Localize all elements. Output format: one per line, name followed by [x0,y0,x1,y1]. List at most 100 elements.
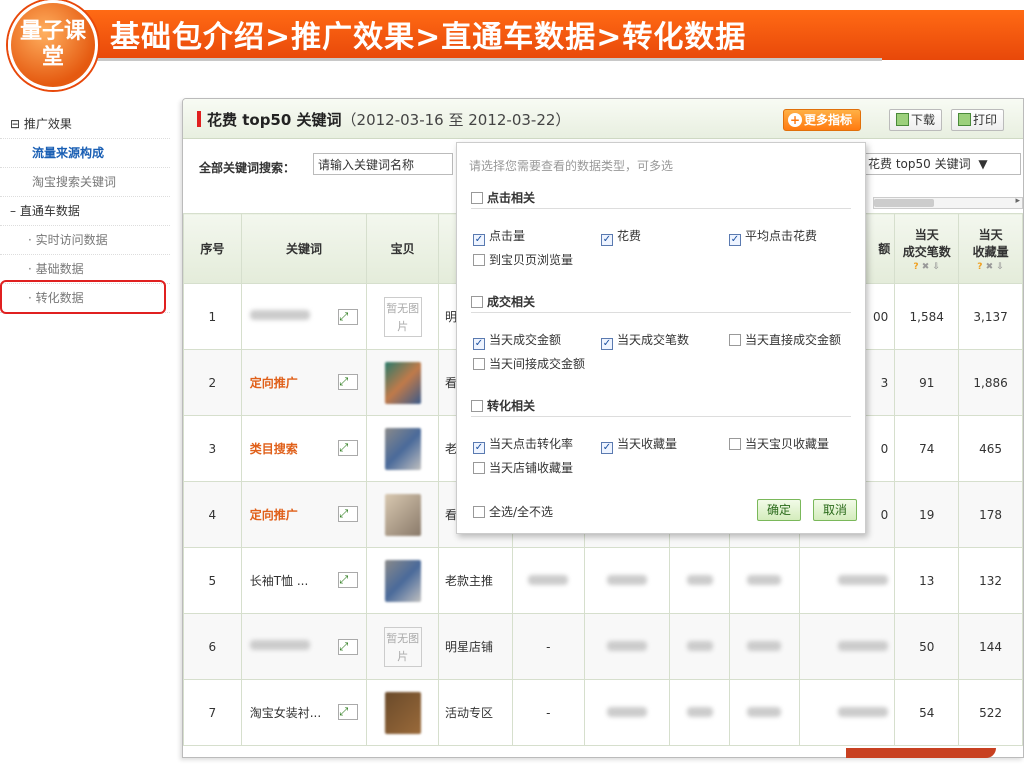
item-thumbnail[interactable] [384,493,421,536]
item-thumbnail[interactable] [384,427,421,470]
help-icon[interactable]: ? [977,262,982,272]
trend-chart-icon[interactable]: ⤢ [338,638,359,655]
checkbox[interactable] [471,400,483,412]
blurred-value [747,640,782,651]
trend-chart-icon[interactable]: ⤢ [338,506,359,522]
checkbox[interactable] [473,462,485,474]
deals-cell: 74 [894,415,960,482]
sidebar-item[interactable]: ⊟ 推广效果 [0,110,170,139]
metric-option[interactable]: ✓ 当天成交金额 [473,331,561,350]
select-all-toggle[interactable]: 全选/全不选 [473,503,553,520]
trend-chart-icon[interactable]: ⤢ [338,572,359,588]
metric-option[interactable]: ✓ 当天点击转化率 [473,435,573,454]
scroll-right-icon[interactable]: ▸ [1015,196,1020,206]
value-cell: - [511,613,585,680]
group-conv: 转化相关 [471,397,851,417]
metric-option[interactable]: 当天宝贝收藏量 [729,435,829,452]
keyword-link[interactable]: 定向推广 [250,508,298,522]
checkbox[interactable]: ✓ [601,442,613,454]
col-header-favs-line2: 收藏量 [972,244,1009,259]
blurred-value [686,706,713,717]
item-thumbnail[interactable] [384,691,421,734]
col-header-deals[interactable]: 当天 成交笔数 ? ✖ ⇩ [894,213,960,284]
metric-option-label: 到宝贝页浏览量 [489,253,574,267]
blurred-value [606,574,647,585]
checkbox[interactable] [471,296,483,308]
metric-option[interactable]: ✓ 花费 [601,227,641,246]
print-label: 打印 [973,113,998,127]
save-icon [896,113,909,126]
cancel-button[interactable]: 取消 [813,499,857,521]
promo-cell: 活动专区 [438,679,513,746]
print-button[interactable]: 打印 [951,109,1005,131]
keyword-scope-select[interactable]: 花费 top50 关键词 ▼ [861,153,1021,175]
metric-option-label: 当天店铺收藏量 [489,461,574,475]
value-cell [669,679,730,746]
checkbox[interactable] [471,192,483,204]
row-index: 3 [183,415,242,482]
trend-chart-icon[interactable]: ⤢ [338,704,359,720]
group-deal: 成交相关 [471,293,851,313]
checkbox[interactable] [473,254,485,266]
horizontal-scrollbar[interactable]: ▸ [873,196,1023,209]
scrollbar-thumb[interactable] [874,199,934,207]
value-cell [583,613,671,680]
metric-option[interactable]: ✓ 当天成交笔数 [601,331,689,350]
checkbox[interactable]: ✓ [601,234,613,246]
checkbox[interactable]: ✓ [473,338,485,350]
ok-button[interactable]: 确定 [757,499,801,521]
sort-icons[interactable]: ? ✖ ⇩ [896,262,958,272]
col-header-index: 序号 [183,213,242,284]
help-icon[interactable]: ? [913,262,918,272]
keyword-cell: ⤢ [240,283,368,350]
trend-chart-icon[interactable]: ⤢ [338,374,359,390]
group-title-click[interactable]: 点击相关 [471,189,851,209]
metric-option[interactable]: 到宝贝页浏览量 [473,251,573,268]
keyword-search-input[interactable] [313,153,453,175]
col-header-favs[interactable]: 当天 收藏量 ? ✖ ⇩ [958,213,1023,284]
amount-cell [798,679,896,746]
col-header-amount-text: 额 [878,242,891,256]
col-header-item: 宝贝 [366,213,440,284]
checkbox[interactable] [473,358,485,370]
checkbox[interactable]: ✓ [473,234,485,246]
checkbox[interactable]: ✓ [473,442,485,454]
sidebar-item[interactable]: – 直通车数据 [0,197,170,226]
plus-icon: + [788,113,802,127]
trend-chart-icon[interactable]: ⤢ [338,308,359,325]
no-image-placeholder: 暂无图片 [383,296,422,337]
blurred-value [686,640,713,651]
checkbox[interactable]: ✓ [601,338,613,350]
metric-option[interactable]: 当天店铺收藏量 [473,459,573,476]
sidebar-item[interactable]: 流量来源构成 [0,139,170,168]
sidebar-item[interactable]: 淘宝搜索关键词 [0,168,170,197]
group-title-conv[interactable]: 转化相关 [471,397,851,417]
group-title-deal[interactable]: 成交相关 [471,293,851,313]
download-button[interactable]: 下载 [889,109,943,131]
blurred-value [838,640,889,651]
favs-cell: 3,137 [958,283,1023,350]
metric-option[interactable]: ✓ 当天收藏量 [601,435,677,454]
metric-option-label: 当天收藏量 [617,437,678,451]
checkbox[interactable]: ✓ [729,234,741,246]
item-thumbnail[interactable] [384,559,421,602]
trend-chart-icon[interactable]: ⤢ [338,440,359,456]
sort-icons[interactable]: ? ✖ ⇩ [960,262,1022,272]
keyword-link[interactable]: 定向推广 [250,376,298,390]
value-cell [583,547,671,614]
highlight-box [0,280,166,314]
metric-option[interactable]: 当天直接成交金额 [729,331,841,348]
more-metrics-button[interactable]: + 更多指标 [783,109,862,131]
metric-option[interactable]: 当天间接成交金额 [473,355,585,372]
checkbox[interactable] [729,334,741,346]
sidebar-item[interactable]: · 实时访问数据 [0,226,170,255]
deals-cell: 19 [894,481,960,548]
checkbox[interactable] [473,506,485,518]
value-cell [669,547,730,614]
metric-option[interactable]: ✓ 点击量 [473,227,525,246]
item-thumbnail[interactable] [384,361,421,404]
metric-option[interactable]: ✓ 平均点击花费 [729,227,817,246]
keyword-link[interactable]: 类目搜索 [250,442,298,456]
promo-type: 活动专区 [445,706,494,720]
checkbox[interactable] [729,438,741,450]
